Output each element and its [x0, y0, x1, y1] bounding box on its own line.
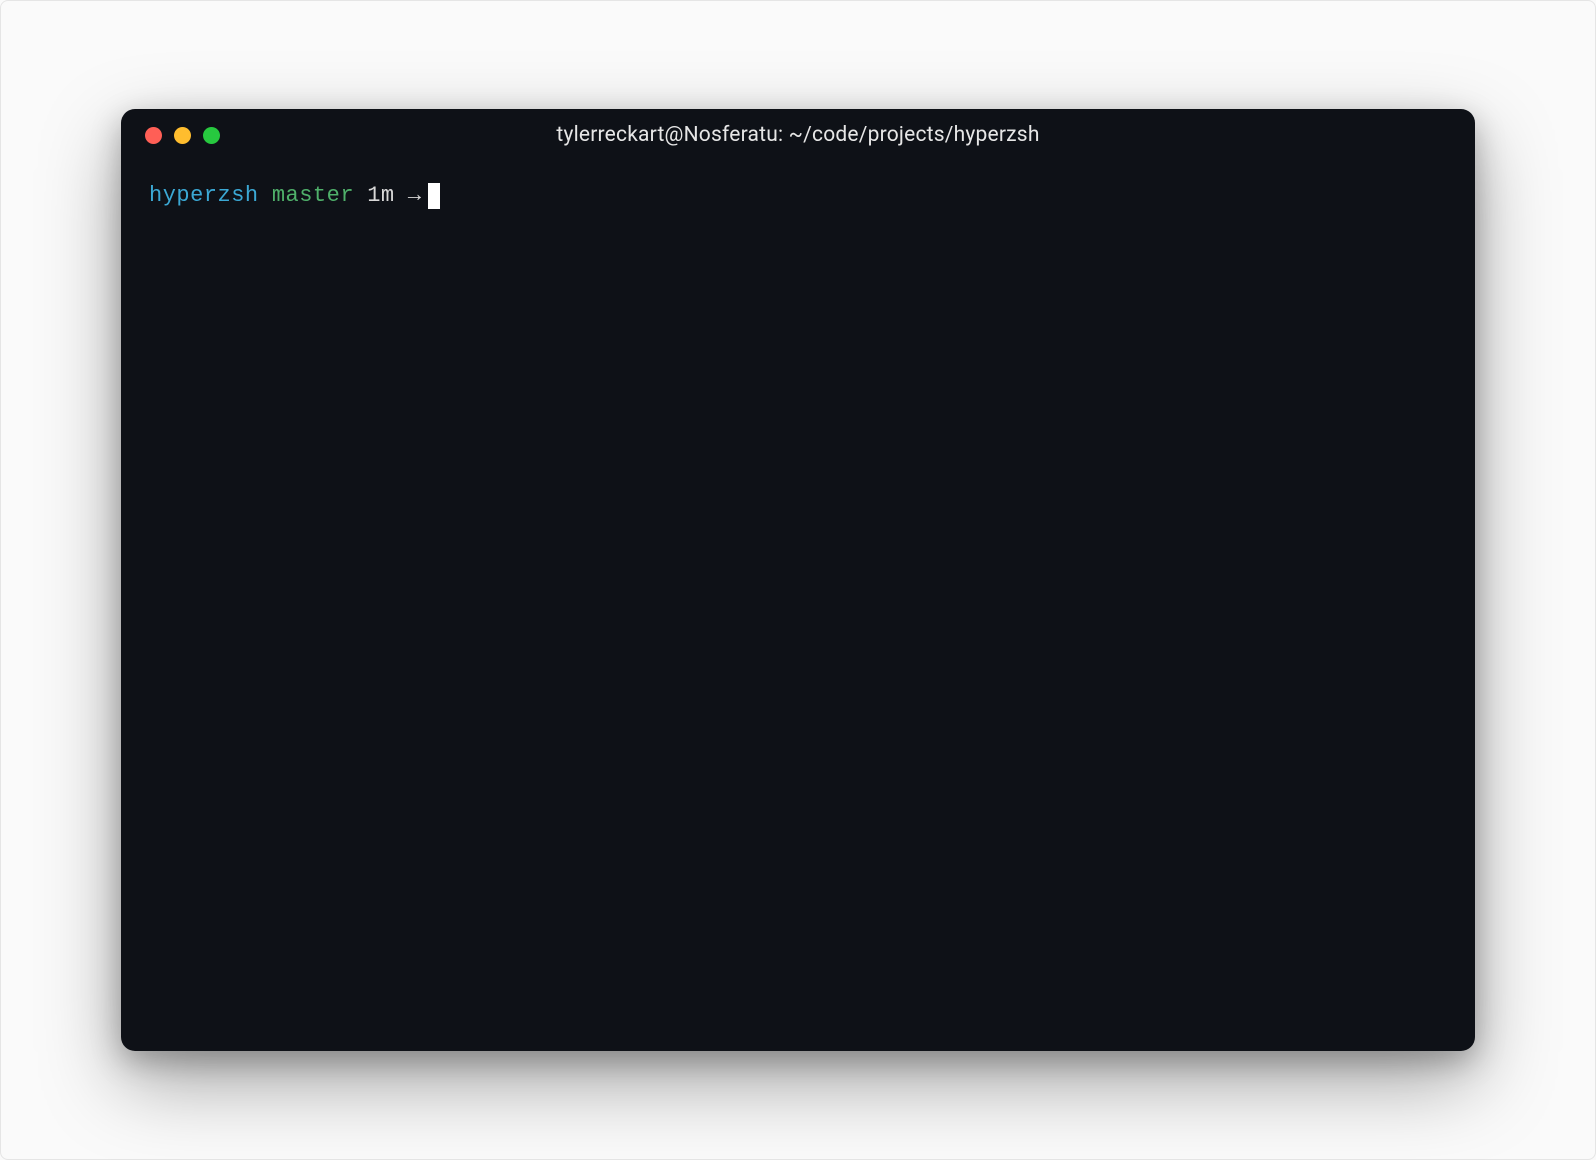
minimize-button[interactable]	[174, 127, 191, 144]
terminal-body[interactable]: hyperzsh master 1m →	[121, 161, 1475, 1051]
cursor	[428, 183, 440, 209]
prompt-branch: master	[272, 179, 354, 212]
prompt-time: 1m	[367, 179, 394, 212]
window-title: tylerreckart@Nosferatu: ~/code/projects/…	[141, 123, 1455, 147]
arrow-icon: →	[408, 179, 422, 212]
terminal-window: tylerreckart@Nosferatu: ~/code/projects/…	[121, 109, 1475, 1051]
traffic-lights	[145, 127, 220, 144]
close-button[interactable]	[145, 127, 162, 144]
prompt-line: hyperzsh master 1m →	[149, 179, 1447, 212]
maximize-button[interactable]	[203, 127, 220, 144]
titlebar: tylerreckart@Nosferatu: ~/code/projects/…	[121, 109, 1475, 161]
prompt-directory: hyperzsh	[149, 179, 259, 212]
